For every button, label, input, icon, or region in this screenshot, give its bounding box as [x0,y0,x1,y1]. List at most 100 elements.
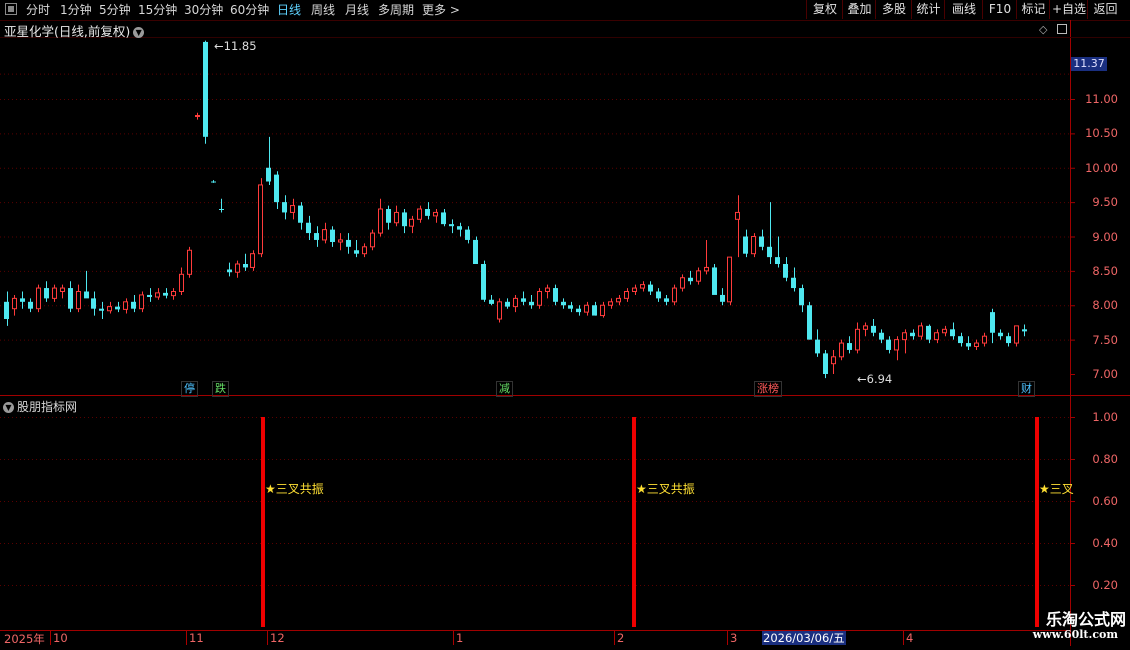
candle [330,226,335,247]
candle [910,329,915,340]
candle [608,298,613,309]
candle [235,260,240,278]
watermark-url: www.60lt.com [1032,628,1118,641]
candle [378,198,383,237]
date-axis-divider [903,631,904,645]
candle [338,233,343,251]
candle-body [394,211,399,224]
candle-body [139,294,144,310]
candle-body [425,209,430,216]
candle [433,209,438,223]
candle-body [751,236,756,255]
candle-body [823,353,828,374]
candle [346,233,351,254]
diamond-icon[interactable]: ◇ [1039,23,1047,36]
candle [958,332,963,347]
candle-body [998,332,1003,337]
candle [576,305,581,316]
candle [258,178,263,258]
candle-body [330,229,335,242]
candle-body [211,181,216,183]
candle-body [235,263,240,273]
candle-body [720,294,725,302]
candle [879,329,884,344]
candle-body [409,218,414,227]
kline-chart[interactable] [0,0,1130,650]
candle [84,270,89,299]
candle [147,288,152,302]
marker-suspend[interactable]: 停 [181,381,198,397]
candle [266,136,271,185]
candle [4,291,9,326]
date-axis-label: 10 [53,631,68,645]
candle-body [672,287,677,303]
candle [553,284,558,306]
candle [775,236,780,268]
candle [211,180,216,183]
cursor-date-box: 2026/03/06/五 [762,631,846,645]
signal-bar [1035,417,1039,627]
chevron-down-icon[interactable]: ▼ [133,27,145,38]
date-axis-label: 2025年 [4,632,45,646]
candle [52,284,57,302]
candle [584,301,589,316]
candle [942,325,947,337]
candle [243,253,248,271]
candle [934,329,939,344]
candle-body [561,301,566,306]
candle [616,294,621,306]
candle [568,301,573,313]
candle-body [632,287,637,292]
candle [656,288,661,302]
candle-body [314,233,319,240]
candle-body [354,250,359,254]
chevron-down-icon[interactable]: ▼ [3,402,14,413]
candle [250,250,255,271]
indicator-title: ▼ 股朋指标网 [3,398,77,415]
candle-body [91,298,96,309]
candle-body [76,291,81,310]
candle [139,291,144,313]
candle [600,301,605,318]
signal-bar [632,417,636,627]
candle-body [441,212,446,225]
candle [171,288,176,300]
marker-drop[interactable]: 跌 [212,381,229,397]
candle-body [195,115,200,117]
candle-body [386,209,391,223]
candle [1014,325,1019,347]
stock-title: 亚星化学(日线,前复权) [4,24,131,39]
candle [465,226,470,244]
candle [807,301,812,340]
candle-body [886,339,891,350]
candle [457,222,462,237]
candle-body [338,239,343,243]
panel-toggle-icon[interactable] [1057,24,1067,34]
marker-reduce[interactable]: 减 [496,381,513,397]
candle-body [417,208,422,220]
marker-top-list[interactable]: 涨榜 [754,381,782,397]
candle-body [68,288,73,309]
date-axis-label: 3 [730,631,738,645]
arrow-left-icon: ← [857,372,867,386]
candle-body [966,343,971,347]
candle-body [513,297,518,308]
candle-body [20,298,25,302]
marker-finance[interactable]: 财 [1018,381,1035,397]
candle-body [902,332,907,341]
candle [783,257,788,282]
candle-body [871,325,876,333]
candle-body [163,292,168,296]
candle [918,322,923,340]
date-axis-divider [267,631,268,645]
candle [727,256,732,306]
candle-body [497,301,502,320]
candle [529,294,534,309]
candle-body [489,299,494,304]
signal-label: ★三叉 [1039,482,1074,496]
candle [743,229,748,258]
candle [370,229,375,251]
candle-body [680,277,685,289]
candle-body [616,297,621,303]
signal-label: ★三叉共振 [636,482,695,496]
